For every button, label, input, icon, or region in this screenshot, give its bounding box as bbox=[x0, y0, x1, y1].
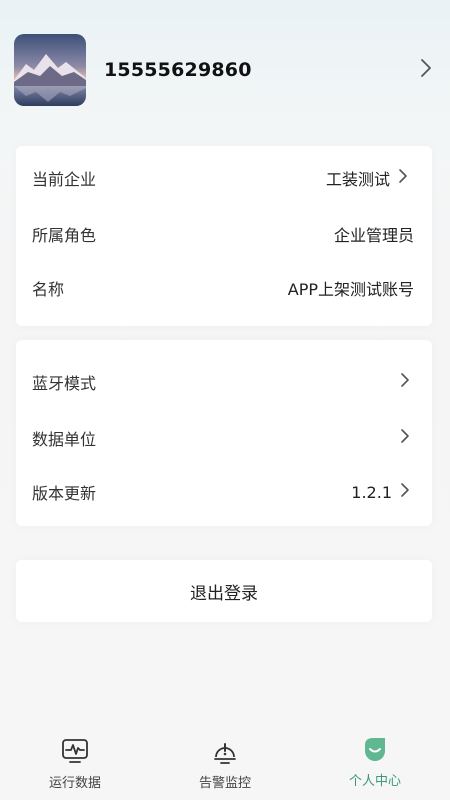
tab-alarm-monitor-label: 告警监控 bbox=[198, 776, 251, 791]
tab-alarm-monitor[interactable]: 告警监控 bbox=[150, 712, 300, 800]
name-row: 名称 APP上架测试账号 bbox=[16, 276, 432, 300]
settings-card: 蓝牙模式 数据单位 版本更新 1.2.1 bbox=[16, 340, 432, 526]
bluetooth-mode-label: 蓝牙模式 bbox=[32, 374, 97, 393]
name-value: APP上架测试账号 bbox=[287, 280, 414, 299]
bottom-tab-bar: 运行数据 告警监控 个人中心 bbox=[0, 712, 450, 800]
tab-personal-center[interactable]: 个人中心 bbox=[300, 712, 450, 800]
chevron-right-icon bbox=[400, 372, 410, 392]
name-label: 名称 bbox=[32, 280, 65, 299]
profile-header[interactable]: 15555629860 bbox=[14, 34, 436, 106]
tab-running-data[interactable]: 运行数据 bbox=[0, 712, 150, 800]
chevron-right-icon bbox=[420, 58, 432, 82]
version-value-wrap: 1.2.1 bbox=[351, 482, 410, 502]
alarm-lamp-icon bbox=[210, 736, 240, 766]
bluetooth-mode-row[interactable]: 蓝牙模式 bbox=[16, 370, 432, 394]
logout-card: 退出登录 bbox=[16, 560, 432, 622]
data-unit-row[interactable]: 数据单位 bbox=[16, 426, 432, 450]
current-company-row[interactable]: 当前企业 工装测试 bbox=[16, 166, 432, 190]
role-value: 企业管理员 bbox=[333, 226, 414, 245]
role-row: 所属角色 企业管理员 bbox=[16, 222, 432, 246]
chevron-right-icon bbox=[400, 482, 410, 502]
data-unit-label: 数据单位 bbox=[32, 430, 97, 449]
tab-running-data-label: 运行数据 bbox=[48, 776, 101, 791]
version-update-row[interactable]: 版本更新 1.2.1 bbox=[16, 480, 432, 504]
version-update-label: 版本更新 bbox=[32, 484, 97, 503]
current-company-value: 工装测试 bbox=[325, 170, 390, 189]
version-value: 1.2.1 bbox=[351, 482, 392, 502]
profile-phone: 15555629860 bbox=[104, 59, 252, 81]
avatar bbox=[14, 34, 86, 106]
company-info-card: 当前企业 工装测试 所属角色 企业管理员 名称 APP上架测试账号 bbox=[16, 146, 432, 326]
current-company-label: 当前企业 bbox=[32, 170, 97, 189]
chevron-right-icon bbox=[398, 168, 408, 188]
logout-button[interactable]: 退出登录 bbox=[16, 560, 432, 622]
current-company-value-wrap: 工装测试 bbox=[326, 166, 408, 190]
smiley-person-icon bbox=[360, 734, 390, 764]
chevron-right-icon bbox=[400, 428, 410, 448]
role-label: 所属角色 bbox=[32, 226, 97, 245]
waveform-monitor-icon bbox=[60, 736, 90, 766]
tab-personal-center-label: 个人中心 bbox=[348, 774, 401, 789]
